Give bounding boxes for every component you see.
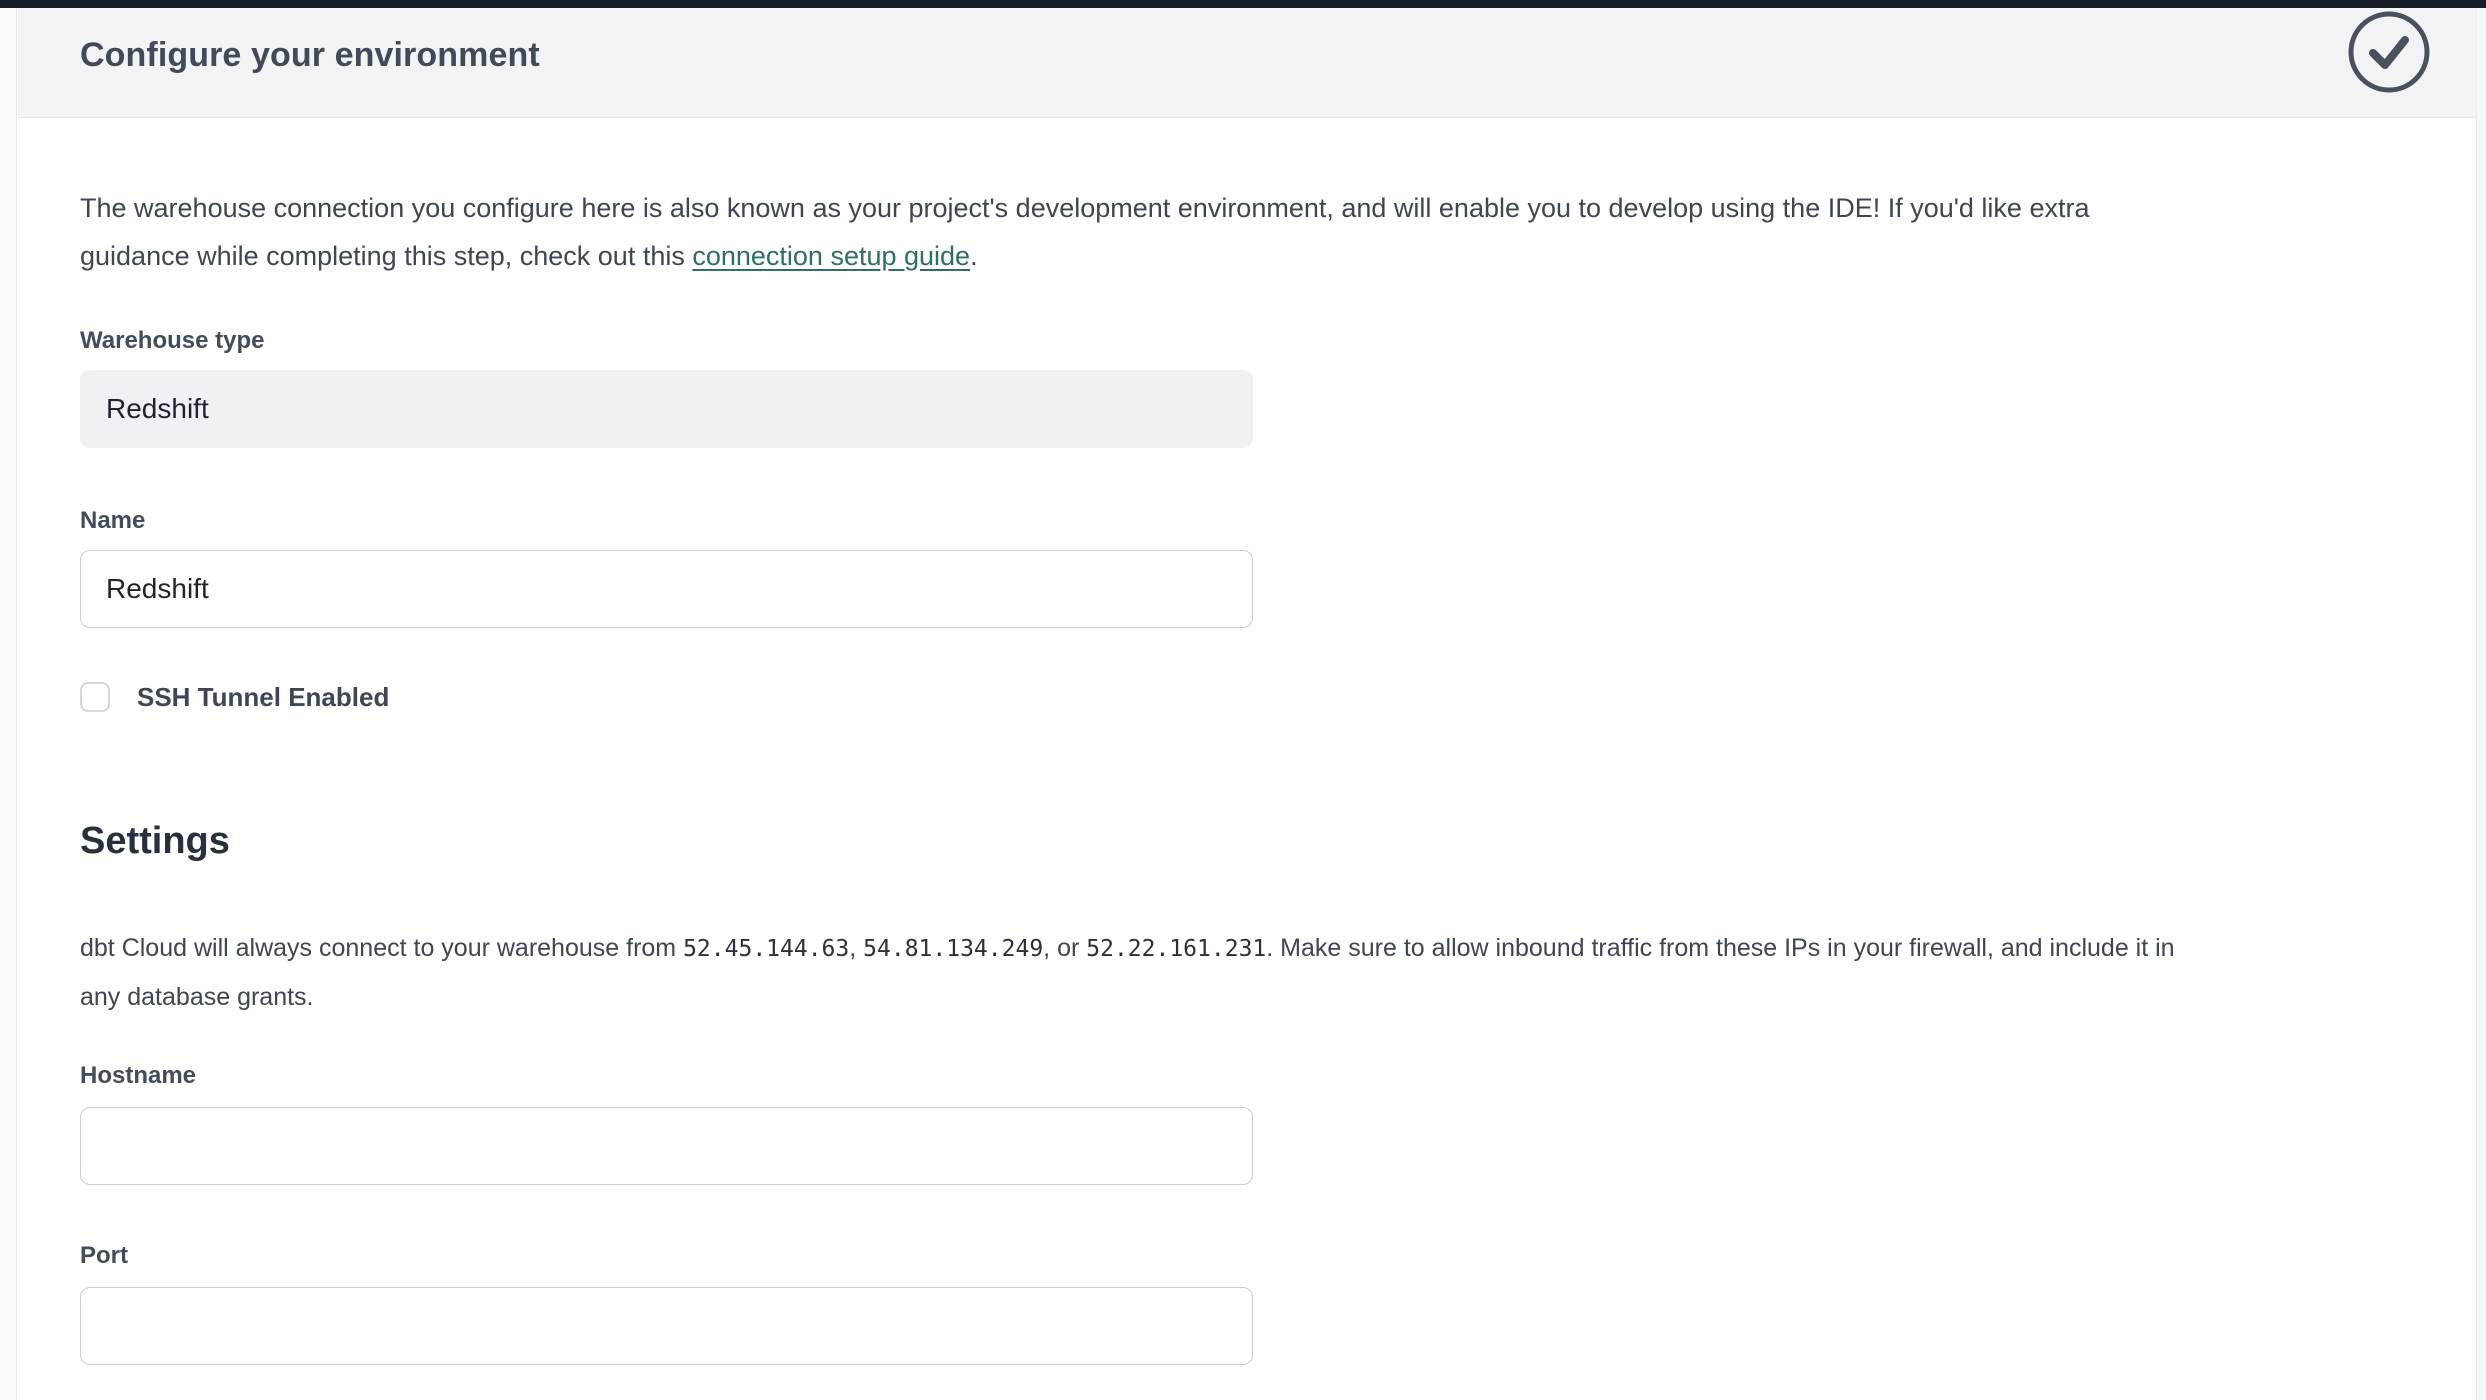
check-circle-icon <box>2347 10 2431 94</box>
ip-allowlist-paragraph: dbt Cloud will always connect to your wa… <box>80 924 2486 1021</box>
ip-sep1: , <box>849 934 863 962</box>
intro-line2-suffix: . <box>970 241 978 271</box>
connection-setup-guide-link[interactable]: connection setup guide <box>692 241 970 271</box>
port-label: Port <box>80 1241 2486 1271</box>
warehouse-type-field[interactable] <box>80 370 1253 448</box>
configure-environment-panel: Configure your environment The warehouse… <box>18 8 2486 1400</box>
panel-body: The warehouse connection you configure h… <box>18 184 2486 1365</box>
intro-line-1: The warehouse connection you configure h… <box>80 184 2486 232</box>
ip-sep2: , or <box>1043 934 1086 962</box>
hostname-label: Hostname <box>80 1061 2486 1091</box>
settings-heading: Settings <box>80 816 2486 866</box>
panel-header: Configure your environment <box>18 8 2486 118</box>
scrollbar-gutter[interactable] <box>2476 8 2486 1400</box>
ip-paragraph-line-1: dbt Cloud will always connect to your wa… <box>80 924 2486 973</box>
ip-address-3: 52.22.161.231 <box>1086 936 1266 962</box>
page-title: Configure your environment <box>80 14 2390 96</box>
ip-address-2: 54.81.134.249 <box>863 936 1043 962</box>
warehouse-type-label: Warehouse type <box>80 326 2486 356</box>
hostname-input[interactable] <box>80 1107 1253 1185</box>
ssh-tunnel-label: SSH Tunnel Enabled <box>137 682 389 712</box>
ip-seg2: . Make sure to allow inbound traffic fro… <box>1266 934 2174 962</box>
ip-address-1: 52.45.144.63 <box>683 936 849 962</box>
ip-seg1: dbt Cloud will always connect to your wa… <box>80 934 683 962</box>
intro-paragraph: The warehouse connection you configure h… <box>80 184 2486 280</box>
ip-paragraph-line-2: any database grants. <box>80 973 2486 1021</box>
left-page-gutter <box>0 8 17 1400</box>
name-input[interactable] <box>80 550 1253 628</box>
ssh-tunnel-row: SSH Tunnel Enabled <box>80 682 2486 712</box>
top-accent-bar <box>0 0 2486 8</box>
port-input[interactable] <box>80 1287 1253 1365</box>
name-label: Name <box>80 506 2486 536</box>
ssh-tunnel-checkbox[interactable] <box>80 682 110 712</box>
intro-line2-prefix: guidance while completing this step, che… <box>80 241 692 271</box>
intro-line-2: guidance while completing this step, che… <box>80 232 2486 280</box>
